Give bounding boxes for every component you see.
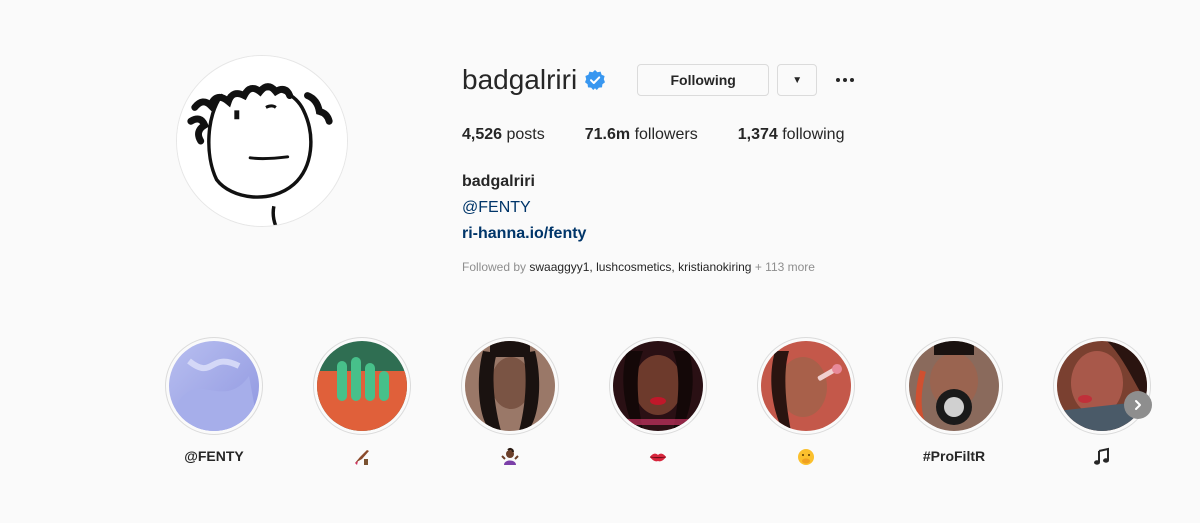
face-with-hand-over-mouth-icon (796, 447, 816, 467)
following-stat[interactable]: 1,374 following (738, 124, 845, 146)
profile-stats: 4,526 posts 71.6m followers 1,374 follow… (462, 124, 884, 146)
highlight-label (796, 447, 816, 469)
highlight-item[interactable] (732, 337, 880, 469)
highlight-label (352, 447, 372, 469)
nail-polish-icon (352, 447, 372, 467)
highlight-label: @FENTY (184, 448, 244, 464)
highlight-item[interactable]: #ProFiltR (880, 337, 1028, 469)
following-button[interactable]: Following (637, 64, 770, 96)
following-count: 1,374 (737, 126, 778, 143)
highlight-ring (1053, 337, 1151, 435)
highlight-label (648, 447, 668, 469)
stick-figure-avatar (177, 56, 347, 226)
highlight-cover-image (613, 341, 703, 431)
highlight-cover-image (317, 341, 407, 431)
suggestions-dropdown-button[interactable]: ▼ (777, 64, 818, 96)
bio-mention-link[interactable]: @FENTY (462, 194, 1062, 222)
highlight-item[interactable]: @FENTY (140, 337, 288, 469)
more-options-icon (836, 78, 855, 82)
highlight-item[interactable] (1028, 337, 1176, 469)
highlight-ring (165, 337, 263, 435)
bio-website-link[interactable]: ri-hanna.io/fenty (462, 222, 1062, 246)
musical-notes-icon (1092, 447, 1112, 467)
highlight-ring (461, 337, 559, 435)
story-highlights: @FENTY #ProFiltR (140, 337, 1176, 469)
highlight-item[interactable] (584, 337, 732, 469)
profile-avatar[interactable] (176, 55, 348, 227)
followers-label: followers (634, 126, 698, 143)
highlight-label (1092, 447, 1112, 469)
chevron-right-icon (1135, 400, 1141, 410)
followed-by-prefix: Followed by (462, 260, 527, 274)
highlight-label: #ProFiltR (922, 448, 986, 464)
woman-shrugging-icon (500, 447, 520, 467)
highlight-label (500, 447, 520, 469)
following-label: following (782, 126, 845, 143)
highlight-ring (313, 337, 411, 435)
highlight-cover-image (909, 341, 999, 431)
verified-badge-icon (585, 70, 606, 90)
highlight-cover-image (761, 341, 851, 431)
profile-header: badgalriri Following ▼ (462, 60, 857, 100)
caret-down-icon: ▼ (792, 74, 803, 86)
highlight-cover-image (465, 341, 555, 431)
posts-stat: 4,526 posts (462, 124, 545, 146)
more-options-button[interactable] (833, 68, 857, 92)
followed-by-names[interactable]: swaaggyy1, lushcosmetics, kristianokirin… (529, 260, 751, 274)
profile-bio: badgalriri @FENTY ri-hanna.io/fenty Foll… (462, 170, 1062, 276)
posts-label: posts (506, 126, 545, 143)
followed-by-more[interactable]: + 113 more (755, 260, 815, 274)
followed-by-text[interactable]: Followed by swaaggyy1, lushcosmetics, kr… (462, 258, 1062, 276)
highlight-cover-image (169, 341, 259, 431)
highlight-ring (905, 337, 1003, 435)
highlight-item[interactable] (436, 337, 584, 469)
profile-username: badgalriri (462, 64, 578, 95)
followers-stat[interactable]: 71.6m followers (585, 124, 698, 146)
kiss-mark-icon (648, 447, 668, 467)
followers-count: 71.6m (584, 126, 631, 143)
highlight-item[interactable] (288, 337, 436, 469)
highlight-ring (609, 337, 707, 435)
highlights-next-button[interactable] (1124, 391, 1152, 419)
posts-count: 4,526 (462, 126, 503, 143)
highlight-ring (757, 337, 855, 435)
bio-display-name: badgalriri (462, 173, 535, 190)
